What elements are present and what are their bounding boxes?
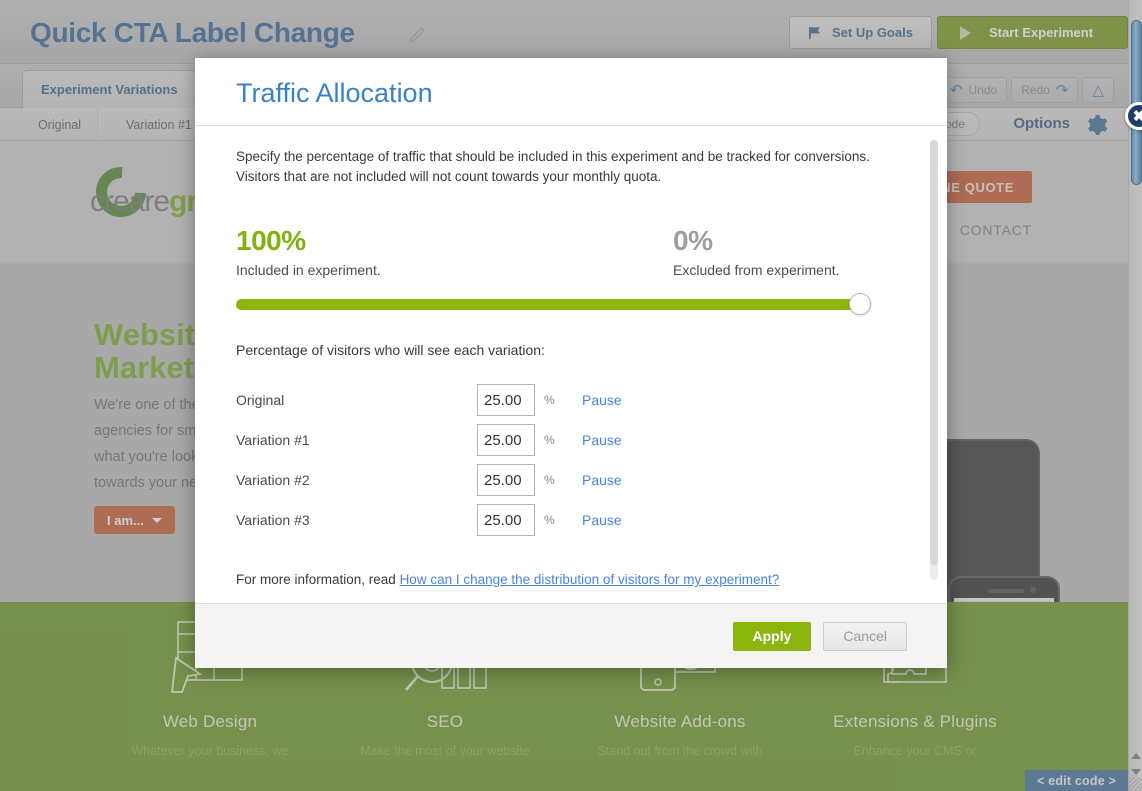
variation-percent-input[interactable]: [477, 464, 535, 496]
dialog-intro-text: Specify the percentage of traffic that s…: [236, 149, 870, 184]
collapse-button[interactable]: △: [1082, 77, 1114, 103]
close-x-glyph: ✖: [1132, 107, 1142, 125]
allocation-summary: 100% Included in experiment. 0% Excluded…: [236, 225, 906, 285]
setup-goals-label: Set Up Goals: [832, 25, 913, 40]
traffic-allocation-slider[interactable]: [236, 293, 871, 315]
table-row: Original % Pause: [236, 380, 906, 420]
table-row: Variation #1 % Pause: [236, 420, 906, 460]
variation-percent-input[interactable]: [477, 384, 535, 416]
resize-grip-icon[interactable]: [1129, 777, 1142, 791]
included-value: 100%: [236, 225, 306, 256]
dialog-body: Specify the percentage of traffic that s…: [195, 126, 947, 603]
variation-distribution-table: Original % Pause Variation #1 % Pause Va…: [236, 380, 906, 540]
table-row: Variation #2 % Pause: [236, 460, 906, 500]
redo-arrow-icon: ↷: [1055, 81, 1069, 99]
play-icon: [960, 25, 971, 40]
variation-percent-input[interactable]: [477, 424, 535, 456]
slider-track[interactable]: [236, 299, 871, 310]
distribution-help-link[interactable]: How can I change the distribution of vis…: [400, 572, 780, 587]
undo-arrow-icon: ↶: [949, 81, 963, 99]
percent-unit: %: [544, 513, 555, 527]
variation-name: Variation #1: [236, 432, 310, 448]
tab-experiment-variations[interactable]: Experiment Variations: [22, 70, 197, 108]
dialog-scrollbar-thumb[interactable]: [930, 140, 938, 565]
page-title: Quick CTA Label Change: [30, 17, 355, 48]
included-stat: 100% Included in experiment.: [236, 225, 381, 278]
cancel-button[interactable]: Cancel: [823, 621, 907, 651]
more-info-text: For more information, read How can I cha…: [236, 570, 841, 590]
nav-contact-link[interactable]: CONTACT: [960, 222, 1032, 238]
traffic-allocation-dialog: Traffic Allocation ✖ Specify the percent…: [195, 58, 1142, 668]
excluded-stat: 0% Excluded from experiment.: [673, 225, 840, 278]
pencil-icon[interactable]: [408, 26, 426, 44]
dialog-footer: Apply Cancel: [195, 603, 947, 668]
pause-variation-link[interactable]: Pause: [582, 512, 622, 528]
pause-variation-link[interactable]: Pause: [582, 472, 622, 488]
feature-sub: Enhance your CMS or: [853, 744, 977, 758]
start-experiment-label: Start Experiment: [989, 25, 1094, 40]
feature-sub: Stand out from the crowd with: [597, 744, 763, 758]
edit-code-button[interactable]: < edit code >: [1025, 770, 1129, 791]
feature-sub: Make the most of your website: [360, 744, 530, 758]
undo-label: Undo: [968, 83, 998, 97]
undo-button[interactable]: ↶ Undo: [939, 77, 1008, 103]
variation-tab-original[interactable]: Original: [22, 108, 99, 141]
variation-name: Variation #2: [236, 472, 310, 488]
included-label: Included in experiment.: [236, 262, 381, 278]
variation-tab-1[interactable]: Variation #1: [110, 108, 209, 141]
chevron-double-up-icon: △: [1092, 81, 1104, 99]
variation-percent-input[interactable]: [477, 504, 535, 536]
setup-goals-button[interactable]: Set Up Goals: [789, 16, 932, 49]
phone-speaker-icon: [988, 589, 1024, 593]
feature-title: SEO: [426, 712, 464, 731]
chevron-down-icon: [151, 517, 162, 523]
redo-label: Redo: [1021, 83, 1050, 97]
feature-title: Website Add-ons: [614, 712, 746, 731]
logo-text-a: creare: [90, 185, 170, 218]
scroll-up-arrow-icon[interactable]: [1131, 753, 1141, 759]
undo-redo-group: ↶ Undo Redo ↷ △: [939, 77, 1114, 103]
percent-unit: %: [544, 393, 555, 407]
apply-button[interactable]: Apply: [732, 621, 812, 651]
tab-experiment-variations-label: Experiment Variations: [41, 82, 178, 97]
table-row: Variation #3 % Pause: [236, 500, 906, 540]
feature-title: Web Design: [162, 712, 258, 731]
more-info-prefix: For more information, read: [236, 572, 400, 587]
pause-variation-link[interactable]: Pause: [582, 392, 622, 408]
slider-handle[interactable]: [849, 293, 871, 315]
options-label[interactable]: Options: [1013, 115, 1070, 132]
pause-variation-link[interactable]: Pause: [582, 432, 622, 448]
excluded-label: Excluded from experiment.: [673, 262, 840, 278]
distribution-label: Percentage of visitors who will see each…: [236, 342, 545, 358]
percent-unit: %: [544, 433, 555, 447]
gear-icon[interactable]: [1084, 113, 1108, 137]
excluded-value: 0%: [673, 225, 713, 256]
dialog-scrollbar[interactable]: [930, 140, 938, 580]
feature-sub: Whatever your business, we: [131, 744, 289, 758]
phone-camera-icon: [1030, 587, 1036, 593]
scroll-down-arrow-icon[interactable]: [1131, 769, 1141, 775]
feature-title: Extensions & Plugins: [833, 712, 997, 731]
hero-cta-label: I am...: [107, 512, 144, 528]
dialog-header: Traffic Allocation: [195, 58, 947, 126]
hero-cta-button[interactable]: I am...: [94, 506, 175, 534]
flag-icon: [808, 26, 821, 39]
variation-name: Original: [236, 392, 285, 408]
dialog-title: Traffic Allocation: [236, 78, 433, 108]
screen: Quick CTA Label Change Set Up Goals Star…: [0, 0, 1142, 791]
variation-name: Variation #3: [236, 512, 310, 528]
start-experiment-button[interactable]: Start Experiment: [937, 16, 1128, 49]
app-toolbar: Quick CTA Label Change Set Up Goals Star…: [0, 0, 1128, 64]
redo-button[interactable]: Redo ↷: [1011, 77, 1079, 103]
percent-unit: %: [544, 473, 555, 487]
